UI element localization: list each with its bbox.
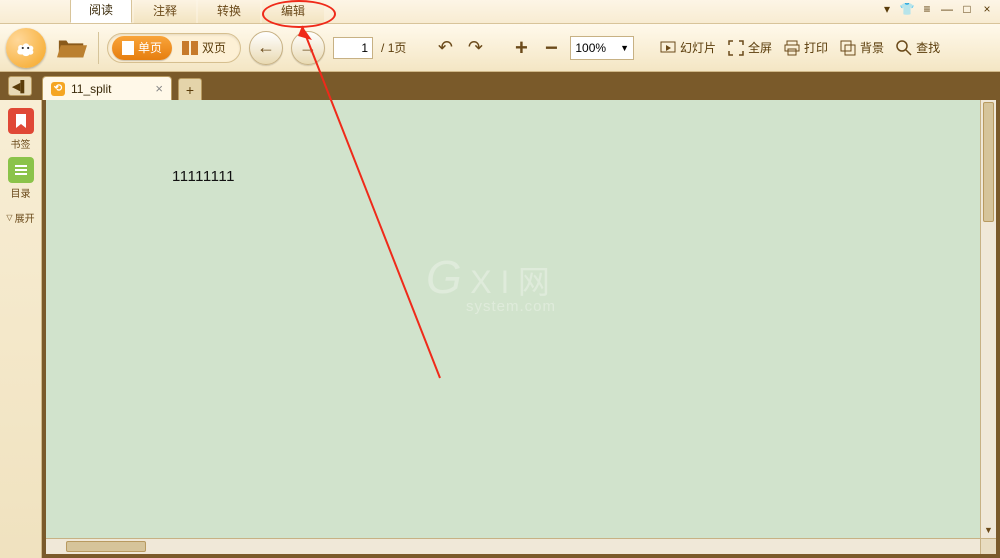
scroll-thumb-h[interactable] (66, 541, 146, 552)
print-label: 打印 (804, 39, 828, 56)
prev-page-button[interactable]: ← (249, 31, 283, 65)
document-tab-label: 11_split (71, 82, 111, 96)
background-button[interactable]: 背景 (838, 39, 886, 56)
bookmark-button[interactable]: 书签 (7, 108, 35, 151)
fullscreen-button[interactable]: 全屏 (726, 39, 774, 56)
slideshow-label: 幻灯片 (680, 39, 716, 56)
close-button[interactable]: × (980, 2, 994, 16)
document-content: 11111111 (172, 168, 235, 185)
double-page-label: 双页 (202, 39, 226, 56)
skin-icon[interactable]: 👕 (900, 2, 914, 16)
search-button[interactable]: 查找 (894, 39, 942, 56)
slideshow-icon (660, 40, 676, 56)
toc-button[interactable]: 目录 (7, 157, 35, 200)
minimize-button[interactable]: — (940, 2, 954, 16)
close-tab-button[interactable]: × (155, 81, 163, 96)
bookmark-icon (8, 108, 34, 134)
next-page-button[interactable]: → (291, 31, 325, 65)
menu-icon[interactable]: ≡ (920, 2, 934, 16)
scroll-down-button[interactable]: ▼ (981, 522, 996, 538)
toolbar: 单页 双页 ← → / 1页 ↶ ↷ + − 100% ▼ 幻灯片 全屏 打印 … (0, 24, 1000, 72)
expand-label: 展开 (15, 210, 35, 225)
document-tab[interactable]: ⟲ 11_split × (42, 76, 172, 100)
horizontal-scrollbar[interactable] (46, 538, 980, 554)
bookmark-label: 书签 (11, 136, 31, 151)
toc-icon (8, 157, 34, 183)
search-icon (896, 40, 912, 56)
menu-tab-annotate[interactable]: 注释 (134, 0, 196, 23)
background-label: 背景 (860, 39, 884, 56)
scroll-thumb-v[interactable] (983, 102, 994, 222)
slideshow-button[interactable]: 幻灯片 (658, 39, 718, 56)
maximize-button[interactable]: □ (960, 2, 974, 16)
zoom-in-button[interactable]: + (510, 37, 532, 59)
expand-button[interactable]: ▽ 展开 (6, 210, 34, 225)
double-page-button[interactable]: 双页 (172, 36, 236, 60)
app-logo[interactable] (6, 28, 46, 68)
main-area: 书签 目录 ▽ 展开 11111111 G X I 网 system.com ▲… (0, 100, 1000, 558)
view-mode-group: 单页 双页 (107, 33, 241, 63)
page-total-label: / 1页 (381, 39, 406, 56)
chevron-down-icon: ▽ (6, 213, 12, 222)
page-icon (122, 41, 134, 55)
double-page-icon (182, 41, 198, 55)
menu-bar: 阅读 注释 转换 编辑 ▾ 👕 ≡ — □ × (0, 0, 1000, 24)
toc-label: 目录 (11, 185, 31, 200)
background-icon (840, 40, 856, 56)
menu-tab-read[interactable]: 阅读 (70, 0, 132, 23)
scroll-corner (980, 538, 996, 554)
sidebar: 书签 目录 ▽ 展开 (0, 100, 42, 558)
print-icon (784, 40, 800, 56)
single-page-button[interactable]: 单页 (112, 36, 172, 60)
chevron-down-icon: ▼ (620, 43, 629, 53)
vertical-scrollbar[interactable]: ▲ ▼ (980, 100, 996, 538)
menu-tab-edit[interactable]: 编辑 (262, 0, 324, 23)
zoom-out-button[interactable]: − (540, 37, 562, 59)
zoom-value: 100% (575, 41, 606, 55)
single-page-label: 单页 (138, 39, 162, 56)
collapse-sidebar-button[interactable]: ◀▌ (8, 76, 32, 96)
undo-button[interactable]: ↶ (434, 37, 456, 59)
new-tab-button[interactable]: + (178, 78, 202, 100)
dropdown-icon[interactable]: ▾ (880, 2, 894, 16)
document-canvas[interactable]: 11111111 G X I 网 system.com ▲ ▼ (42, 100, 1000, 558)
menu-tab-convert[interactable]: 转换 (198, 0, 260, 23)
window-controls: ▾ 👕 ≡ — □ × (880, 2, 994, 16)
fullscreen-icon (728, 40, 744, 56)
page-number-input[interactable] (333, 37, 373, 59)
document-type-icon: ⟲ (51, 82, 65, 96)
document-tabs: ⟲ 11_split × + (0, 72, 1000, 100)
redo-button[interactable]: ↷ (464, 37, 486, 59)
search-label: 查找 (916, 39, 940, 56)
print-button[interactable]: 打印 (782, 39, 830, 56)
open-file-button[interactable] (54, 33, 90, 63)
zoom-select[interactable]: 100% ▼ (570, 36, 634, 60)
fullscreen-label: 全屏 (748, 39, 772, 56)
watermark: G X I 网 system.com (426, 250, 556, 315)
